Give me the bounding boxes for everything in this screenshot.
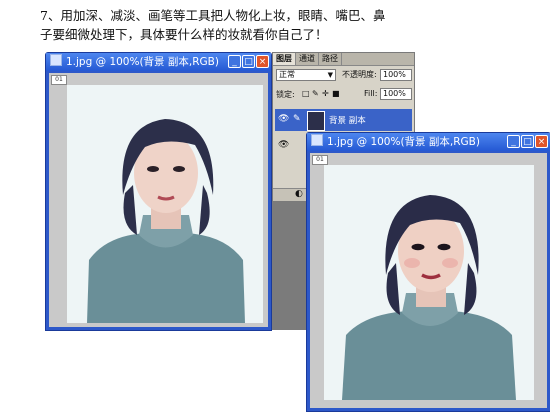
lock-all-icon[interactable]: ■ <box>332 89 340 98</box>
ruler-origin-tag: 01 <box>312 155 328 165</box>
layer-thumbnail <box>307 111 325 131</box>
layer-row-background-copy[interactable]: 👁 ✎ 背景 副本 <box>275 109 412 131</box>
lock-move-icon[interactable]: ✛ <box>322 89 329 98</box>
document-canvas[interactable]: 01 <box>49 73 268 327</box>
portrait-photo <box>324 165 534 400</box>
window-title: 1.jpg @ 100%(背景 副本,RGB) <box>327 136 480 148</box>
window-titlebar[interactable]: 1.jpg @ 100%(背景 副本,RGB) _ □ × <box>307 133 550 151</box>
lock-row: 锁定: □ ✎ ✛ ■ Fill: 100% <box>276 87 412 101</box>
close-button[interactable]: × <box>535 135 548 148</box>
blend-mode-value: 正常 <box>279 70 295 79</box>
minimize-button[interactable]: _ <box>507 135 520 148</box>
brush-icon: ✎ <box>293 114 301 124</box>
blend-mode-select[interactable]: 正常 ▼ <box>276 69 336 81</box>
panel-tabs: 图层 通道 路径 <box>273 53 414 66</box>
blend-row: 正常 ▼ 不透明度: 100% <box>276 68 412 82</box>
document-window-back[interactable]: 1.jpg @ 100%(背景 副本,RGB) _ □ × 01 <box>45 52 272 331</box>
tab-layers[interactable]: 图层 <box>273 53 296 65</box>
lock-label: 锁定: <box>276 90 295 99</box>
window-title: 1.jpg @ 100%(背景 副本,RGB) <box>66 56 219 68</box>
tab-channels[interactable]: 通道 <box>296 53 319 65</box>
layer-name: 背景 副本 <box>329 116 366 126</box>
opacity-field[interactable]: 100% <box>380 69 412 81</box>
instruction-line-1: 7、用加深、减淡、画笔等工具把人物化上妆，眼睛、嘴巴、鼻 <box>40 8 386 23</box>
portrait-photo <box>67 85 263 323</box>
minimize-button[interactable]: _ <box>228 55 241 68</box>
eye-icon[interactable]: 👁 <box>278 140 289 150</box>
fill-label: Fill: <box>364 89 378 98</box>
close-button[interactable]: × <box>256 55 269 68</box>
document-window-front[interactable]: 1.jpg @ 100%(背景 副本,RGB) _ □ × 01 <box>306 132 550 412</box>
maximize-button[interactable]: □ <box>242 55 255 68</box>
instruction-text: 7、用加深、减淡、画笔等工具把人物化上妆，眼睛、嘴巴、鼻 子要细微处理下，具体要… <box>40 6 520 44</box>
lock-transparency-icon[interactable]: □ <box>302 89 310 98</box>
adjustment-icon[interactable]: ◐ <box>295 189 303 199</box>
tab-paths[interactable]: 路径 <box>319 53 342 65</box>
opacity-label: 不透明度: <box>342 70 377 79</box>
document-icon <box>50 54 62 66</box>
document-icon <box>311 134 323 146</box>
document-canvas[interactable]: 01 <box>310 153 547 408</box>
maximize-button[interactable]: □ <box>521 135 534 148</box>
window-titlebar[interactable]: 1.jpg @ 100%(背景 副本,RGB) _ □ × <box>46 53 271 71</box>
instruction-line-2: 子要细微处理下，具体要什么样的妆就看你自己了！ <box>40 27 328 42</box>
chevron-down-icon: ▼ <box>327 71 333 79</box>
workspace-background <box>272 200 308 330</box>
eye-icon[interactable]: 👁 <box>278 114 289 124</box>
lock-paint-icon[interactable]: ✎ <box>312 89 319 98</box>
ruler-origin-tag: 01 <box>51 75 67 85</box>
fill-field[interactable]: 100% <box>380 88 412 100</box>
